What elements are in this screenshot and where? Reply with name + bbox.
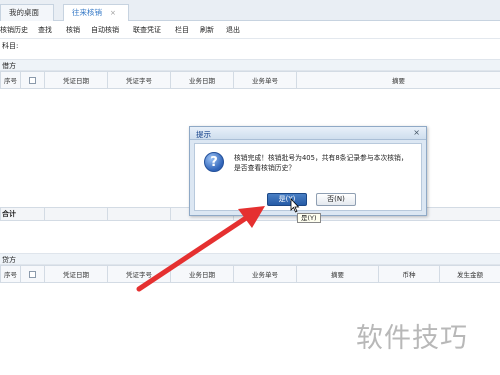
checkbox-icon[interactable] (29, 270, 36, 278)
column-header[interactable]: 摘要 (296, 265, 379, 283)
dialog-title: 提示 (196, 130, 211, 139)
tab-label: 我的桌面 (9, 8, 39, 17)
column-header[interactable]: 序号 (0, 71, 21, 89)
tab-bar: 我的桌面 往来核销 × (0, 0, 500, 22)
column-header[interactable]: 业务日期 (170, 71, 234, 89)
column-header[interactable]: 凭证日期 (44, 265, 108, 283)
dialog-title-bar[interactable]: 提示 × (190, 127, 426, 140)
column-header[interactable]: 币种 (378, 265, 440, 283)
dialog-message: 核销完成！核销批号为405，共有8条记录参与本次核销，是否查看核销历史？ (234, 154, 408, 172)
mouse-cursor-icon (290, 198, 300, 213)
credit-section-label: 贷方 (0, 253, 500, 265)
exit-button[interactable]: 退出 (226, 25, 240, 35)
prompt-dialog: 提示 × ? 核销完成！核销批号为405，共有8条记录参与本次核销，是否查看核销… (189, 126, 427, 216)
column-header[interactable]: 凭证字号 (107, 265, 171, 283)
column-header[interactable]: 业务单号 (233, 265, 297, 283)
auto-reconcile-button[interactable]: 自动核销 (91, 25, 119, 35)
toolbar: 核销历史 查找 核销 自动核销 联查凭证 栏目 刷新 退出 (0, 21, 500, 39)
find-button[interactable]: 查找 (38, 25, 52, 35)
select-all-checkbox[interactable] (20, 71, 45, 89)
subject-label: 科目: (2, 42, 19, 50)
tab-reconciliation[interactable]: 往来核销 × (63, 4, 129, 22)
close-icon[interactable]: × (110, 9, 116, 17)
checkbox-icon[interactable] (29, 76, 36, 84)
question-icon: ? (204, 152, 224, 172)
select-all-checkbox[interactable] (20, 265, 45, 283)
columns-button[interactable]: 栏目 (175, 25, 189, 35)
no-button[interactable]: 否(N) (316, 193, 356, 206)
watermark: 软件技巧 (356, 323, 468, 354)
view-voucher-button[interactable]: 联查凭证 (133, 25, 161, 35)
column-header[interactable]: 业务单号 (233, 71, 297, 89)
credit-grid-header: 序号 凭证日期 凭证字号 业务日期 业务单号 摘要 币种 发生金额 (0, 265, 500, 283)
tab-my-desktop[interactable]: 我的桌面 (0, 4, 54, 21)
yes-button[interactable]: 是(Y) (267, 193, 307, 206)
total-label: 合计 (0, 207, 45, 221)
column-header[interactable]: 发生金额 (439, 265, 500, 283)
reconcile-button[interactable]: 核销 (66, 25, 80, 35)
yes-button-tooltip: 是(Y) (297, 213, 321, 223)
column-header[interactable]: 凭证日期 (44, 71, 108, 89)
column-header[interactable]: 序号 (0, 265, 21, 283)
column-header[interactable]: 业务日期 (170, 265, 234, 283)
close-icon[interactable]: × (413, 128, 420, 137)
dialog-body: ? 核销完成！核销批号为405，共有8条记录参与本次核销，是否查看核销历史？ 是… (194, 143, 422, 211)
debit-grid-header: 序号 凭证日期 凭证字号 业务日期 业务单号 摘要 (0, 71, 500, 89)
refresh-button[interactable]: 刷新 (200, 25, 214, 35)
column-header[interactable]: 凭证字号 (107, 71, 171, 89)
column-header[interactable]: 摘要 (296, 71, 500, 89)
history-button[interactable]: 核销历史 (0, 25, 28, 35)
tab-label: 往来核销 (72, 8, 102, 17)
debit-section-label: 借方 (0, 59, 500, 71)
